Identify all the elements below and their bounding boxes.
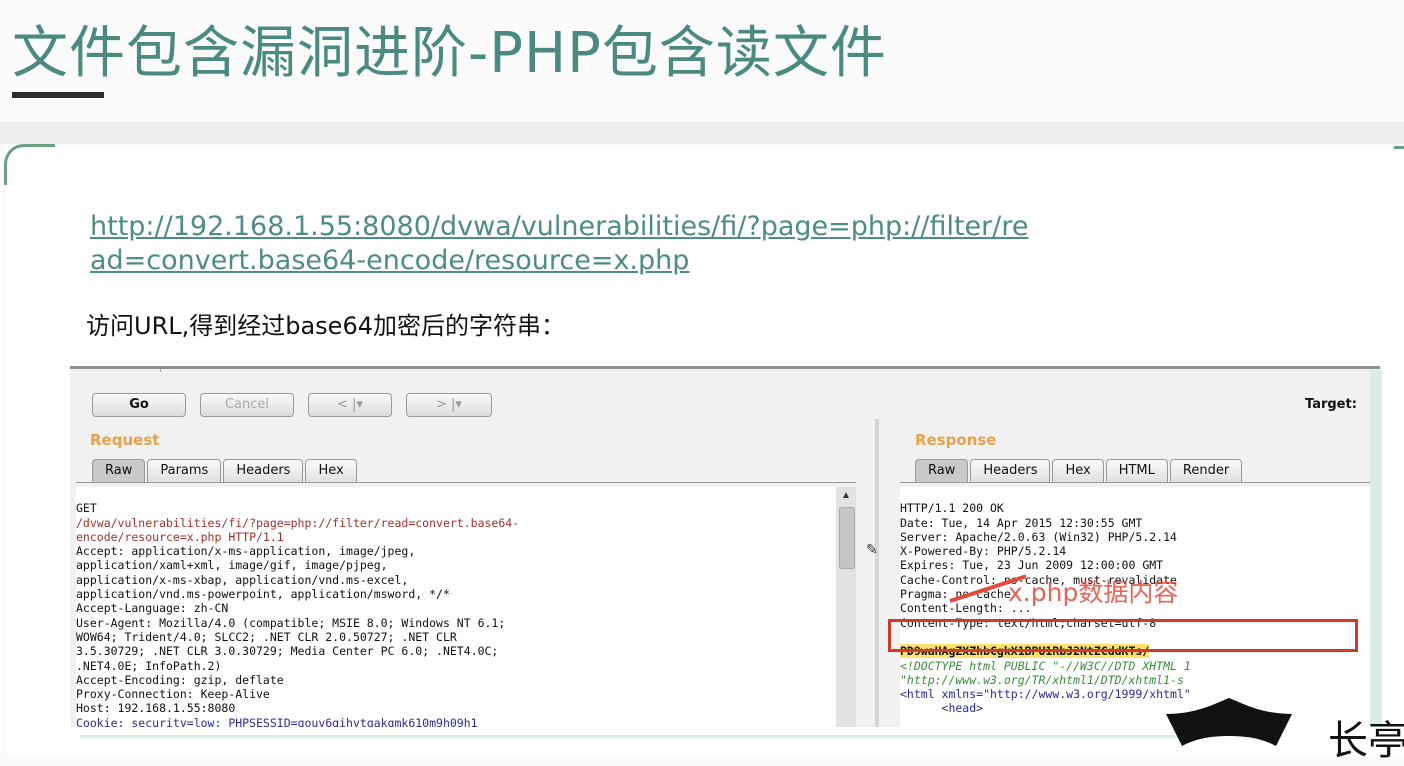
cancel-button[interactable]: Cancel	[200, 393, 294, 417]
burp-repeater-screenshot: Go Cancel < |▾ > |▾ Target: Request Raw …	[70, 366, 1380, 727]
annotation-label: x.php数据内容	[1008, 578, 1179, 607]
pencil-icon: ✎	[866, 541, 878, 557]
response-tab-underline	[900, 482, 1380, 483]
request-scrollbar[interactable]: ▲	[836, 487, 856, 727]
forward-button[interactable]: > |▾	[406, 393, 492, 417]
back-button[interactable]: < |▾	[308, 393, 392, 417]
response-line: <!DOCTYPE html PUBLIC "-//W3C//DTD XHTML…	[900, 658, 1191, 673]
go-button[interactable]: Go	[92, 393, 186, 417]
exploit-url-link[interactable]: http://192.168.1.55:8080/dvwa/vulnerabil…	[90, 210, 1030, 278]
slide-title: 文件包含漏洞进阶-PHP包含读文件	[12, 21, 887, 86]
target-label: Target:	[1305, 397, 1357, 412]
response-line: Date: Tue, 14 Apr 2015 12:30:55 GMT	[900, 515, 1143, 530]
response-tab-hex[interactable]: Hex	[1052, 459, 1104, 482]
request-tab-headers[interactable]: Headers	[223, 459, 304, 482]
response-line: Expires: Tue, 23 Jun 2009 12:00:00 GMT	[900, 558, 1164, 573]
header-band	[0, 122, 1404, 144]
highlight-box	[888, 619, 1358, 652]
request-line: .NET4.0E; InfoPath.2)	[76, 658, 222, 673]
request-line: encode/resource=x.php HTTP/1.1	[76, 530, 836, 544]
request-tabs: Raw Params Headers Hex	[92, 459, 359, 482]
brand-text: 长亭	[1328, 718, 1404, 764]
response-tabs: Raw Headers Hex HTML Render	[915, 459, 1244, 482]
request-tab-hex[interactable]: Hex	[305, 459, 357, 482]
response-line: X-Powered-By: PHP/5.2.14	[900, 544, 1067, 559]
request-line: Accept: application/x-ms-application, im…	[76, 544, 416, 559]
request-tab-raw[interactable]: Raw	[92, 459, 146, 482]
request-line: WOW64; Trident/4.0; SLCC2; .NET CLR 2.0.…	[76, 629, 457, 644]
request-line: application/xaml+xml, image/gif, image/p…	[76, 558, 388, 573]
request-path: /dvwa/vulnerabilities/fi/?page=php://fil…	[76, 515, 520, 530]
request-line: Accept-Encoding: gzip, deflate	[76, 672, 284, 687]
brand-logo-icon	[1166, 698, 1292, 746]
slide-description: 访问URL,得到经过base64加密后的字符串：	[86, 312, 565, 340]
request-line: /dvwa/vulnerabilities/fi/?page=php://fil…	[76, 516, 836, 530]
response-line: "http://www.w3.org/TR/xhtml1/DTD/xhtml1-…	[900, 672, 1184, 687]
request-raw-text[interactable]: GET/dvwa/vulnerabilities/fi/?page=php://…	[76, 487, 836, 727]
pane-splitter[interactable]	[875, 419, 879, 727]
response-tab-render[interactable]: Render	[1169, 459, 1243, 482]
request-line: application/vnd.ms-powerpoint, applicati…	[76, 587, 450, 602]
screenshot-bottom-edge	[80, 735, 1180, 738]
response-tab-raw[interactable]: Raw	[915, 459, 969, 482]
response-line: <html xmlns="http://www.w3.org/1999/xhtm…	[900, 687, 1191, 702]
scroll-up-icon[interactable]: ▲	[838, 489, 854, 503]
card-corner-decoration	[4, 144, 55, 185]
window-tab-stub	[160, 369, 341, 372]
cookie-line: Cookie: security=low; PHPSESSID=qouv6gih…	[76, 715, 478, 727]
response-line: <head>	[900, 701, 984, 716]
request-path-cont: encode/resource=x.php HTTP/1.1	[76, 529, 284, 544]
request-line: Host: 192.168.1.55:8080	[76, 701, 236, 716]
screenshot-edge	[1370, 370, 1382, 724]
request-line: GET	[76, 501, 97, 516]
request-line: User-Agent: Mozilla/4.0 (compatible; MSI…	[76, 615, 506, 630]
response-tab-headers[interactable]: Headers	[970, 459, 1051, 482]
request-line: Proxy-Connection: Keep-Alive	[76, 687, 270, 702]
request-line: 3.5.30729; .NET CLR 3.0.30729; Media Cen…	[76, 644, 499, 659]
scroll-thumb[interactable]	[839, 507, 855, 569]
card-corner-decoration-right	[1394, 146, 1404, 149]
response-pane-title: Response	[915, 431, 997, 449]
request-pane-title: Request	[90, 431, 160, 449]
request-line: Accept-Language: zh-CN	[76, 601, 229, 616]
response-tab-html[interactable]: HTML	[1105, 459, 1168, 482]
request-line: application/x-ms-xbap, application/vnd.m…	[76, 572, 409, 587]
response-line: HTTP/1.1 200 OK	[900, 501, 1004, 516]
request-line: Cookie: security=low; PHPSESSID=qouv6gih…	[76, 716, 836, 727]
response-line: Server: Apache/2.0.63 (Win32) PHP/5.2.14	[900, 529, 1177, 544]
title-underline	[12, 92, 104, 98]
request-tab-params[interactable]: Params	[147, 459, 222, 482]
request-tab-underline	[76, 482, 856, 483]
